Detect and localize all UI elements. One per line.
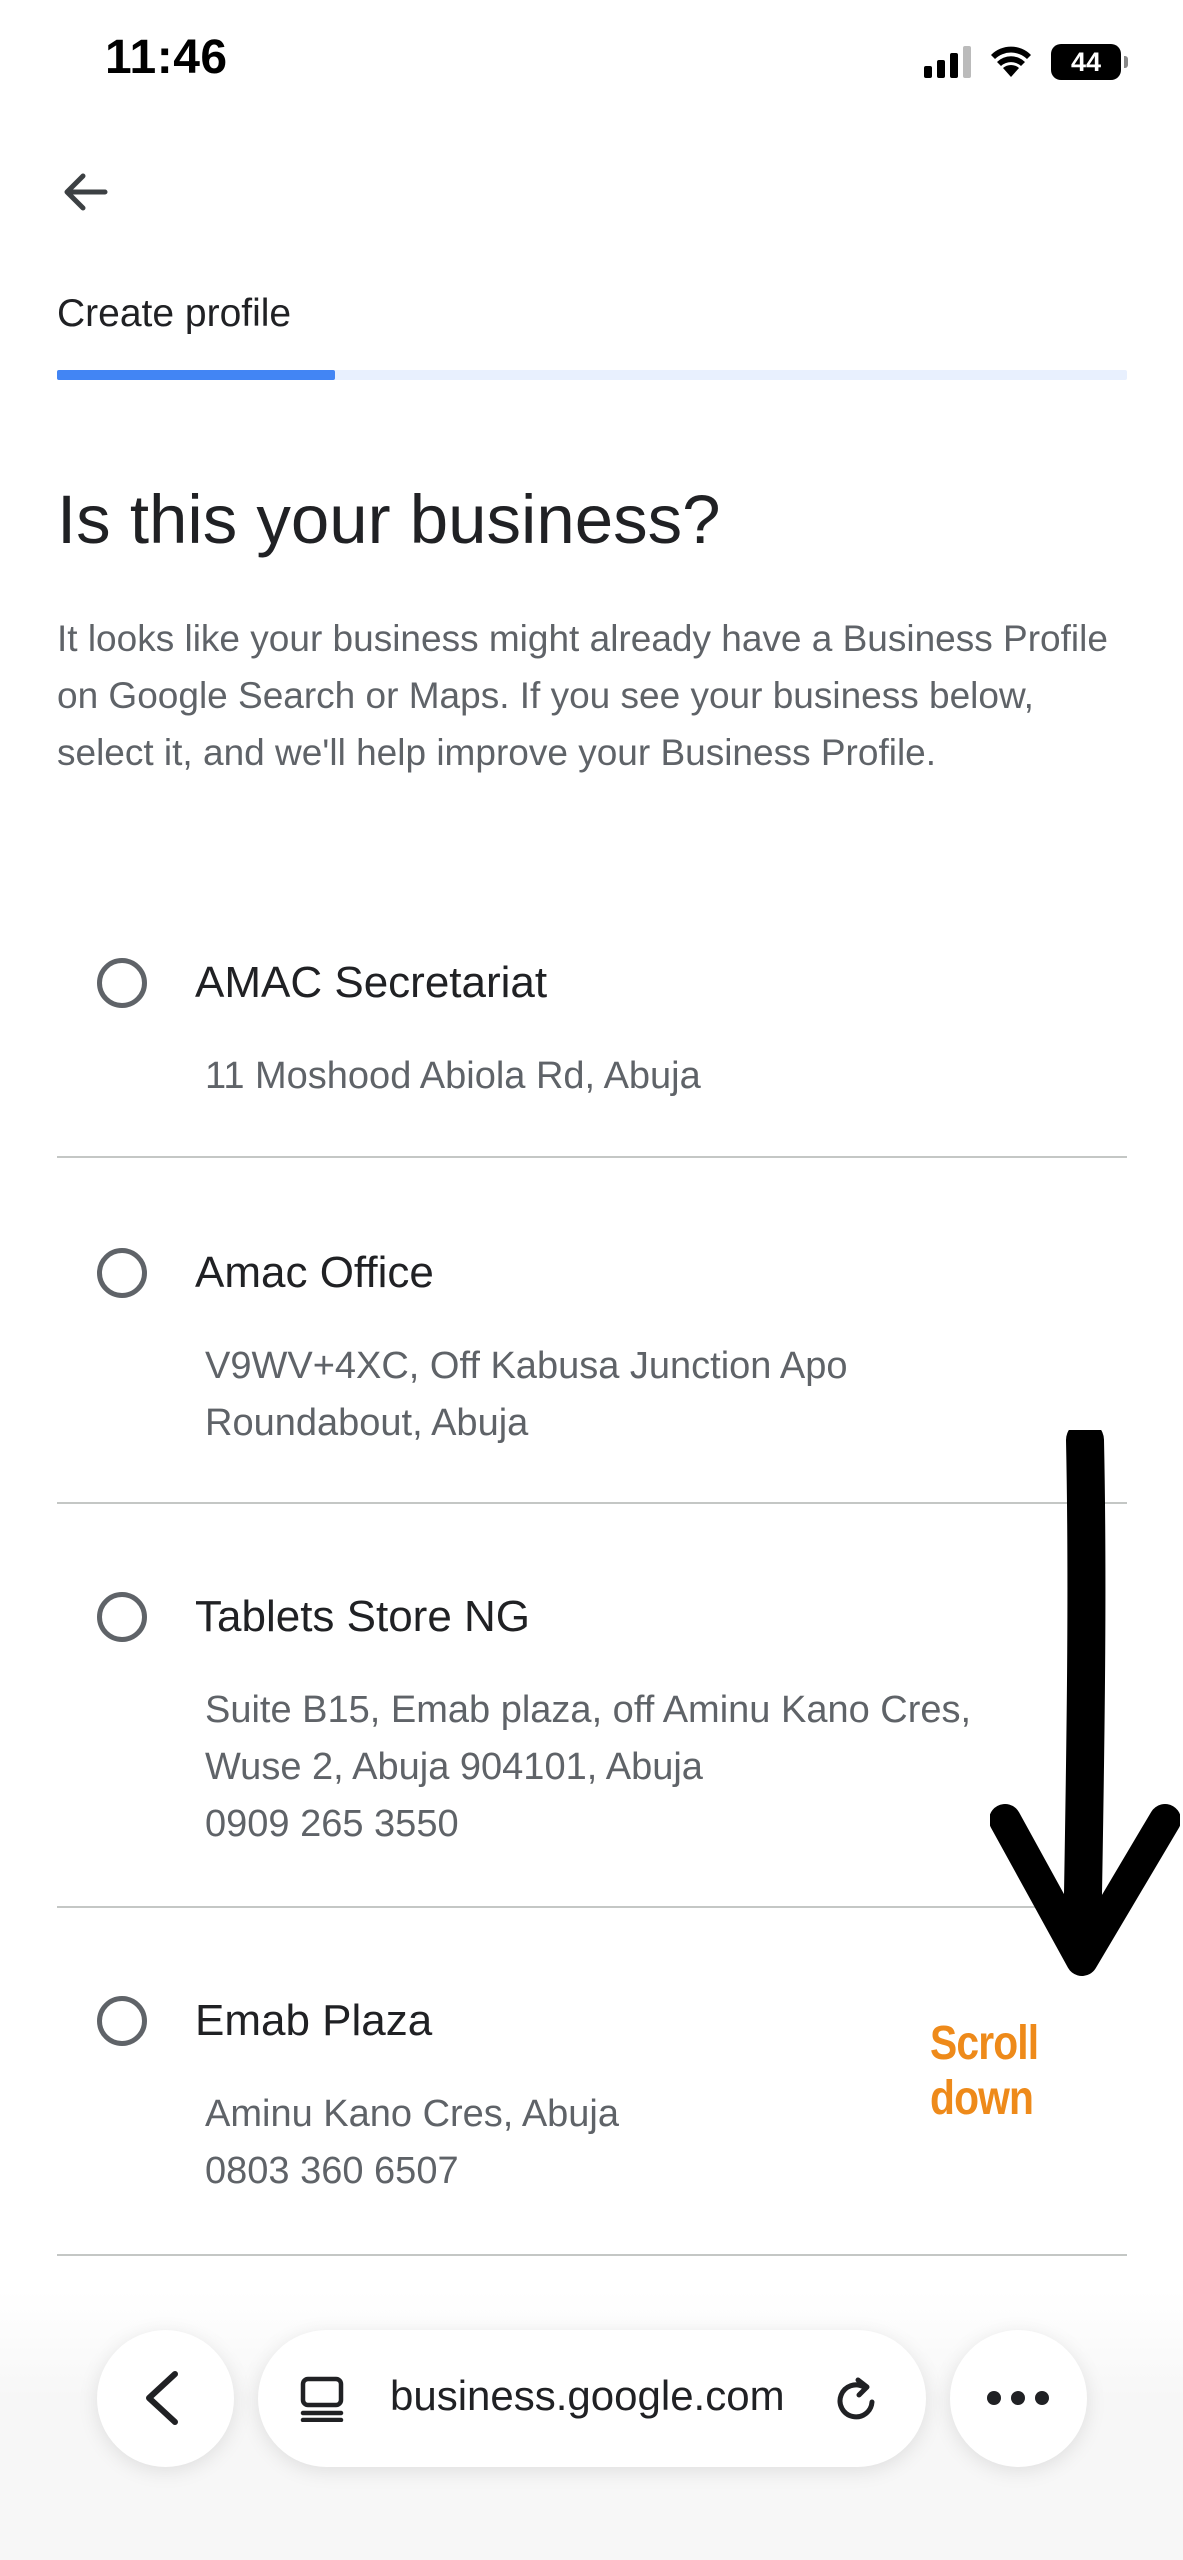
radio-button[interactable] xyxy=(97,1996,147,2046)
address-line: Suite B15, Emab plaza, off Aminu Kano Cr… xyxy=(205,1689,972,1731)
radio-button[interactable] xyxy=(97,958,147,1008)
chevron-left-icon xyxy=(146,2371,178,2425)
address-line: V9WV+4XC, Off Kabusa Junction Apo xyxy=(205,1345,848,1387)
radio-button[interactable] xyxy=(97,1248,147,1298)
address-line: Roundabout, Abuja xyxy=(205,1402,529,1444)
address-line: 11 Moshood Abiola Rd, Abuja xyxy=(205,1055,701,1097)
address-line: Wuse 2, Abuja 904101, Abuja xyxy=(205,1746,703,1788)
business-option-amac-secretariat[interactable]: AMAC Secretariat 11 Moshood Abiola Rd, A… xyxy=(57,920,1127,1158)
battery-level: 44 xyxy=(1070,46,1102,77)
scroll-down-arrow-icon xyxy=(990,1430,1180,1976)
page-description: It looks like your business might alread… xyxy=(57,618,1108,773)
address-line: 0909 265 3550 xyxy=(205,1803,459,1845)
business-name: Tablets Store NG xyxy=(195,1592,531,1641)
address-line: 0803 360 6507 xyxy=(205,2150,459,2192)
business-address: V9WV+4XC, Off Kabusa Junction Apo Rounda… xyxy=(205,1338,1105,1452)
arrow-left-icon[interactable] xyxy=(55,162,115,222)
business-option-amac-office[interactable]: Amac Office V9WV+4XC, Off Kabusa Junctio… xyxy=(57,1158,1127,1504)
battery-icon: 44 xyxy=(1051,44,1128,80)
page-icon xyxy=(300,2376,344,2422)
scroll-down-label: Scroll down xyxy=(930,2017,1039,2125)
url-text[interactable]: business.google.com xyxy=(390,2372,785,2420)
status-icons: 44 xyxy=(924,40,1128,84)
business-option-tablets-store-ng[interactable]: Tablets Store NG Suite B15, Emab plaza, … xyxy=(57,1504,1127,1908)
wifi-icon xyxy=(991,46,1031,77)
business-name: Emab Plaza xyxy=(195,1996,433,2045)
reload-icon[interactable] xyxy=(828,2372,884,2428)
radio-button[interactable] xyxy=(97,1592,147,1642)
more-icon xyxy=(987,2391,1049,2405)
signal-icon xyxy=(924,46,971,78)
step-label: Create profile xyxy=(57,292,292,335)
progress-fill xyxy=(57,370,335,380)
status-time: 11:46 xyxy=(105,31,228,84)
page-title: Is this your business? xyxy=(57,481,721,558)
more-options-button[interactable] xyxy=(950,2330,1087,2467)
business-name: AMAC Secretariat xyxy=(195,958,548,1007)
business-address: 11 Moshood Abiola Rd, Abuja xyxy=(205,1048,1105,1105)
business-name: Amac Office xyxy=(195,1248,434,1297)
browser-back-button[interactable] xyxy=(97,2330,234,2467)
business-address: Suite B15, Emab plaza, off Aminu Kano Cr… xyxy=(205,1682,1105,1853)
